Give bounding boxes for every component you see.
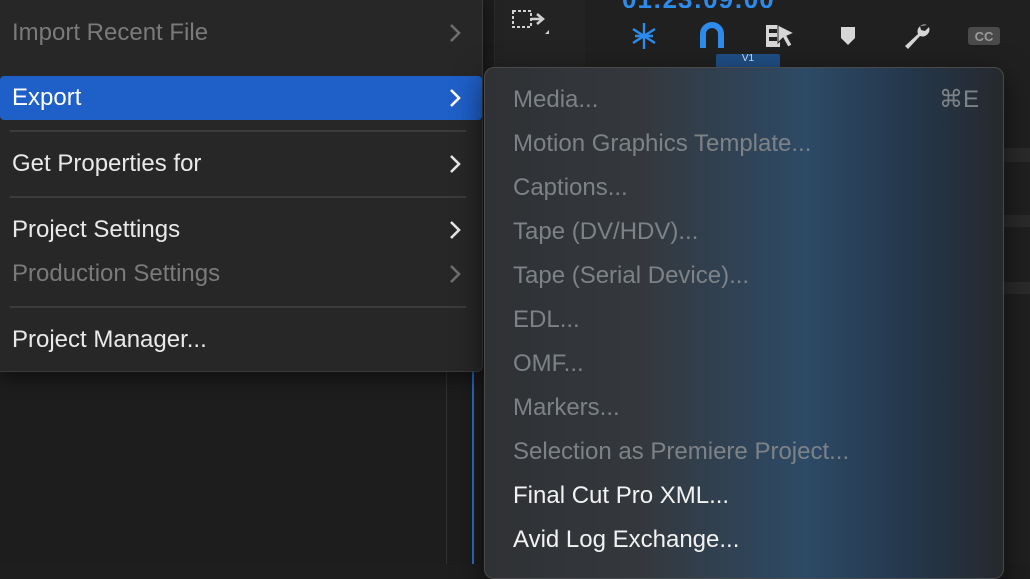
track-v1-label: V1 [741,53,755,64]
snap-in-sequence-icon[interactable] [624,18,664,54]
submenu-item-label: Final Cut Pro XML... [513,482,730,509]
chevron-right-icon [450,24,461,42]
magnet-icon[interactable] [692,18,732,54]
submenu-item-motion-graphics-template[interactable]: Motion Graphics Template... [485,122,1003,166]
panel-divider [446,372,447,564]
submenu-item-label: EDL... [513,306,580,333]
timecode-display[interactable]: 01:23:09:00 [622,0,775,8]
menu-item-label: Get Properties for [12,150,202,177]
submenu-item-label: Selection as Premiere Project... [513,438,850,465]
menu-item-production-settings[interactable]: Production Settings [0,252,482,296]
submenu-item-final-cut-pro-xml[interactable]: Final Cut Pro XML... [485,474,1003,518]
menu-item-export[interactable]: Export [0,76,482,120]
submenu-item-tape-dv-hdv[interactable]: Tape (DV/HDV)... [485,210,1003,254]
wrench-icon[interactable] [896,18,936,54]
menu-item-project-settings[interactable]: Project Settings [0,208,482,252]
playhead-line[interactable] [472,372,474,564]
track-strip [1000,215,1030,227]
export-submenu: Media... ⌘E Motion Graphics Template... … [484,67,1004,579]
chevron-right-icon [450,265,461,283]
shortcut-label: ⌘E [938,86,979,113]
menu-separator [10,306,466,308]
menu-item-project-manager[interactable]: Project Manager... [0,318,482,362]
menu-item-label: Project Settings [12,216,181,243]
file-menu: Import Recent File Export Get Properties… [0,0,483,372]
submenu-item-label: Markers... [513,394,620,421]
menu-item-import-recent-file[interactable]: Import Recent File [0,11,482,55]
menu-separator [10,130,466,132]
track-strip [1000,148,1030,162]
marker-icon[interactable] [828,18,868,54]
svg-text:CC: CC [975,29,994,44]
menu-item-label: Import Recent File [12,19,209,46]
submenu-item-label: Media... [513,86,599,113]
submenu-item-edl[interactable]: EDL... [485,298,1003,342]
submenu-item-label: Captions... [513,174,628,201]
track-strip [1000,282,1030,294]
linked-selection-icon[interactable] [760,18,800,54]
menu-item-label: Production Settings [12,260,221,287]
chevron-right-icon [450,155,461,173]
submenu-item-label: Motion Graphics Template... [513,130,812,157]
track-select-tool-icon[interactable] [511,6,551,40]
submenu-item-selection-as-premiere-project[interactable]: Selection as Premiere Project... [485,430,1003,474]
submenu-item-avid-log-exchange[interactable]: Avid Log Exchange... [485,518,1003,562]
track-v1-tab[interactable]: V1 [716,54,780,68]
submenu-item-label: Tape (Serial Device)... [513,262,750,289]
submenu-item-label: Tape (DV/HDV)... [513,218,699,245]
submenu-item-label: OMF... [513,350,584,377]
submenu-item-label: Avid Log Exchange... [513,526,740,553]
submenu-item-omf[interactable]: OMF... [485,342,1003,386]
chevron-right-icon [450,89,461,107]
chevron-right-icon [450,221,461,239]
captions-icon[interactable]: CC [964,18,1004,54]
menu-item-get-properties-for[interactable]: Get Properties for [0,142,482,186]
submenu-item-media[interactable]: Media... ⌘E [485,78,1003,122]
menu-separator [10,196,466,198]
menu-item-label: Export [12,84,82,111]
submenu-item-markers[interactable]: Markers... [485,386,1003,430]
submenu-item-tape-serial-device[interactable]: Tape (Serial Device)... [485,254,1003,298]
submenu-item-captions[interactable]: Captions... [485,166,1003,210]
menu-item-label: Project Manager... [12,326,207,353]
